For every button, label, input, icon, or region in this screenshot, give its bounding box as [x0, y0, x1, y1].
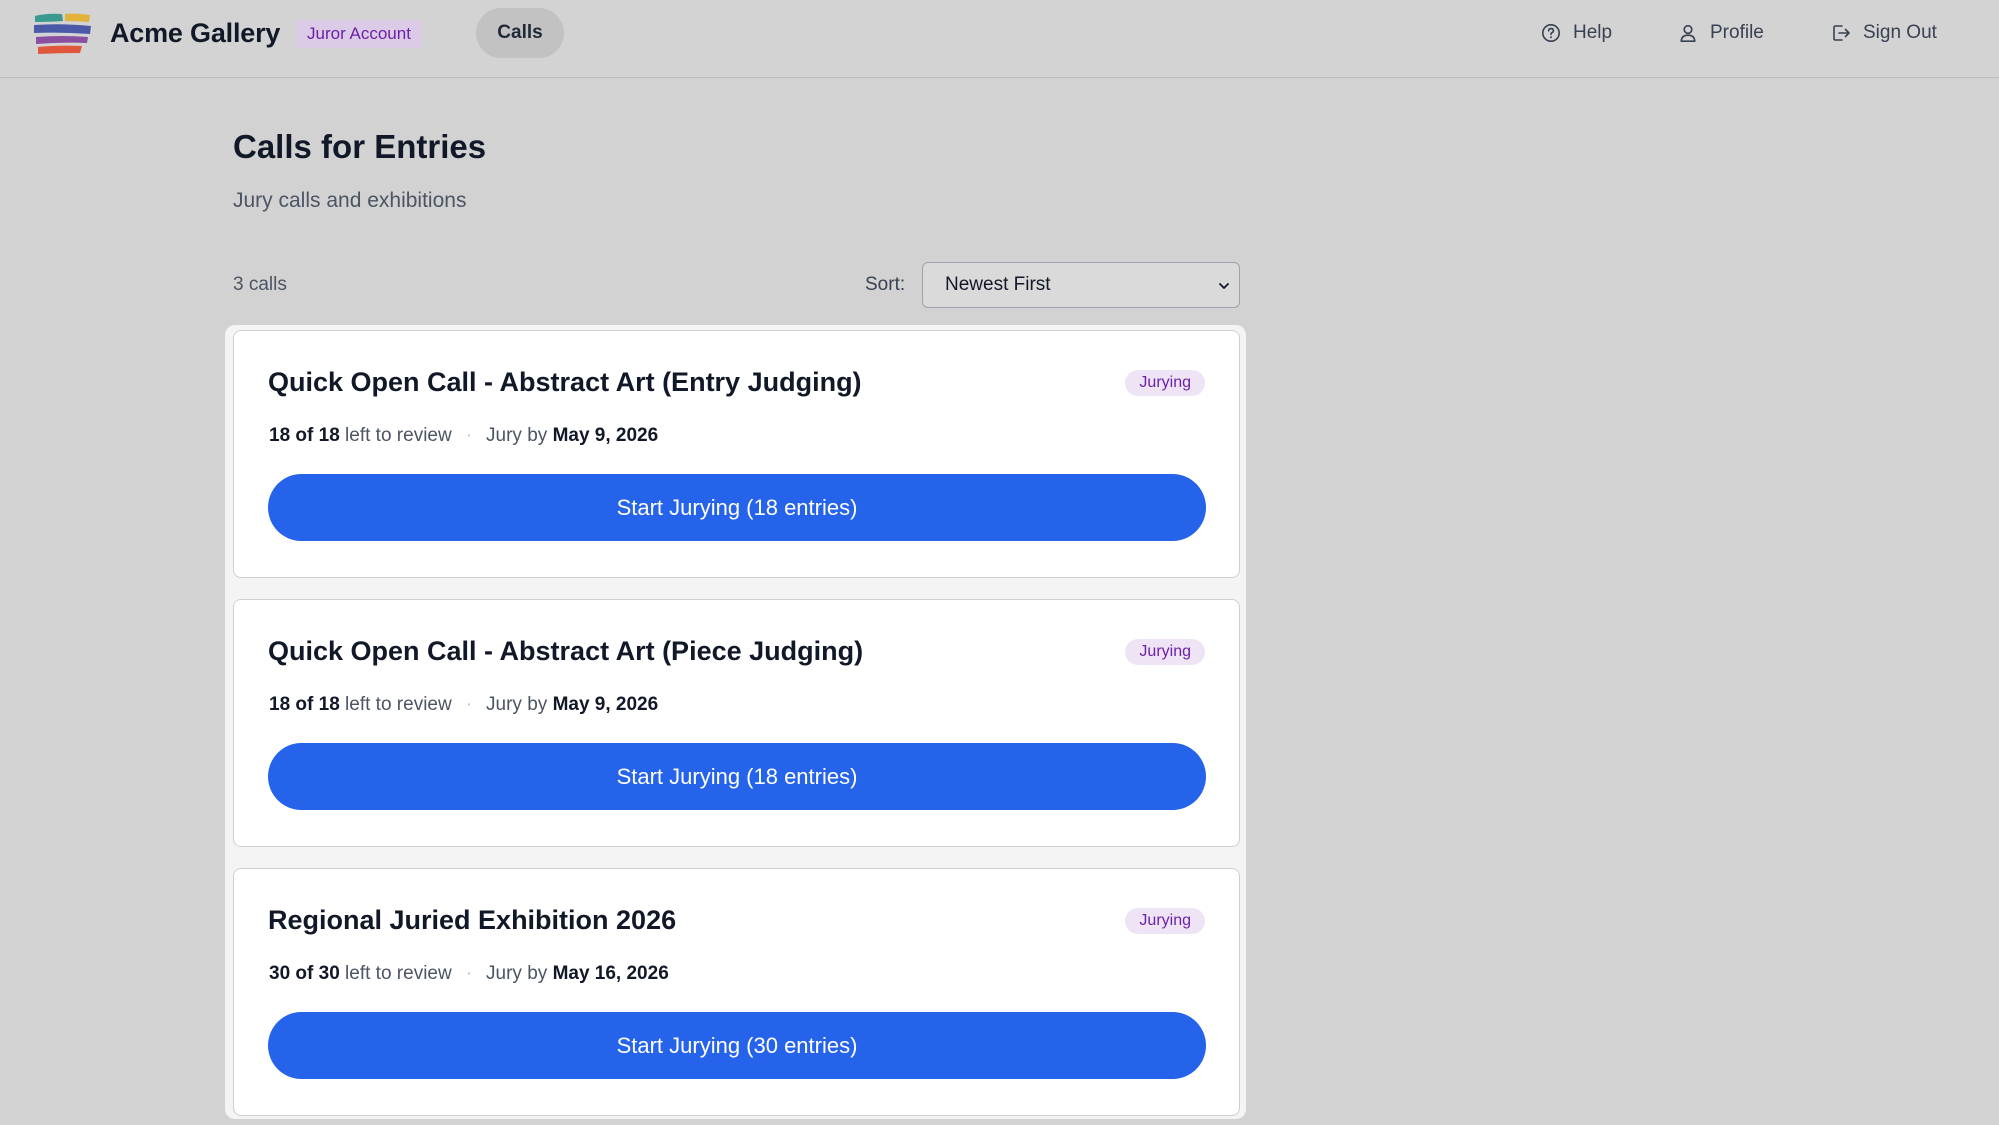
page-subtitle: Jury calls and exhibitions [233, 189, 467, 212]
separator-dot: · [465, 694, 473, 715]
jury-by-label: Jury by [486, 694, 548, 715]
sign-out-label: Sign Out [1863, 22, 1937, 43]
jury-by-label: Jury by [486, 963, 548, 984]
user-icon [1680, 24, 1696, 42]
nav-calls-tab[interactable]: Calls [476, 8, 564, 58]
call-card: Quick Open Call - Abstract Art (Piece Ju… [233, 599, 1240, 847]
brand-name[interactable]: Acme Gallery [110, 18, 280, 49]
sort-selected-value: Newest First [945, 274, 1051, 295]
help-link[interactable]: Help [1541, 20, 1612, 46]
start-jurying-button[interactable]: Start Jurying (30 entries) [268, 1012, 1206, 1079]
juror-account-badge: Juror Account [296, 20, 422, 48]
question-circle-icon [1542, 24, 1560, 42]
calls-count: 3 calls [233, 274, 287, 295]
remaining-suffix: left to review [345, 963, 452, 984]
profile-link[interactable]: Profile [1678, 20, 1764, 46]
remaining-suffix: left to review [345, 425, 452, 446]
chevron-down-icon [1219, 283, 1229, 289]
status-badge: Jurying [1125, 639, 1205, 665]
call-title: Quick Open Call - Abstract Art (Entry Ju… [268, 367, 862, 397]
call-card: Regional Juried Exhibition 2026 Jurying … [233, 868, 1240, 1116]
jury-by-date: May 9, 2026 [552, 425, 659, 446]
call-title: Regional Juried Exhibition 2026 [268, 905, 677, 935]
sort-label: Sort: [865, 274, 906, 295]
start-jurying-button[interactable]: Start Jurying (18 entries) [268, 743, 1206, 810]
remaining-count: 30 of 30 [269, 963, 340, 984]
remaining-count: 18 of 18 [269, 425, 340, 446]
sort-select[interactable]: Newest First [922, 262, 1240, 308]
top-navigation-bar: Acme Gallery Juror Account Calls Help Pr… [0, 0, 1999, 78]
separator-dot: · [465, 963, 473, 984]
separator-dot: · [465, 425, 473, 446]
status-badge: Jurying [1125, 908, 1205, 934]
remaining-suffix: left to review [345, 694, 452, 715]
call-meta: 18 of 18 left to review · Jury by May 9, 2… [269, 694, 658, 716]
call-meta: 18 of 18 left to review · Jury by May 9, 2… [269, 425, 658, 447]
call-meta: 30 of 30 left to review · Jury by May 16, … [269, 963, 669, 985]
sign-out-icon [1833, 25, 1850, 41]
jury-by-date: May 16, 2026 [552, 963, 669, 984]
jury-by-date: May 9, 2026 [552, 694, 659, 715]
call-card: Quick Open Call - Abstract Art (Entry Ju… [233, 330, 1240, 578]
status-badge: Jurying [1125, 370, 1205, 396]
acme-gallery-logo-icon[interactable] [32, 10, 94, 56]
remaining-count: 18 of 18 [269, 694, 340, 715]
profile-label: Profile [1710, 22, 1764, 43]
page-title: Calls for Entries [233, 128, 487, 165]
call-title: Quick Open Call - Abstract Art (Piece Ju… [268, 636, 864, 666]
sign-out-link[interactable]: Sign Out [1831, 20, 1937, 46]
help-label: Help [1573, 22, 1613, 43]
jury-by-label: Jury by [486, 425, 548, 446]
start-jurying-button[interactable]: Start Jurying (18 entries) [268, 474, 1206, 541]
